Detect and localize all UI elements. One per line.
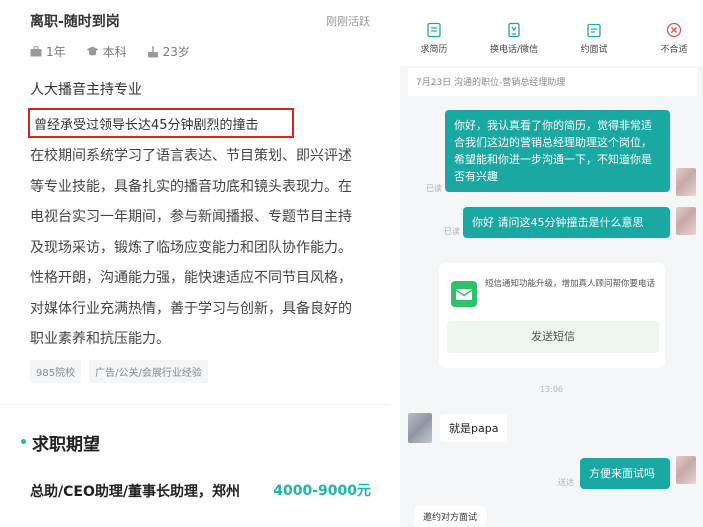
education-item: 本科	[86, 43, 127, 60]
active-status: 刚刚活跃	[326, 15, 370, 28]
reject-icon	[666, 22, 682, 38]
section-dot-icon	[21, 439, 26, 444]
avatar	[676, 456, 696, 484]
toolbar-label: 约面试	[580, 45, 608, 55]
description-line: 在校期间系统学习了语言表达、节目策划、即兴评述	[30, 148, 352, 164]
description-line: 职业素养和抗压能力。	[30, 331, 170, 347]
briefcase-icon	[30, 46, 42, 57]
message-incoming: 就是papa	[440, 414, 508, 442]
description-line: 及现场采访，锻炼了临场应变能力和团队协作能力。	[30, 239, 352, 256]
candidate-profile-panel: 离职-随时到岗 刚刚活跃 1年 本科 23岁 人大播音主持专业 曾经承受过领导长…	[0, 0, 390, 527]
experience-value: 1年	[46, 45, 66, 59]
tag-list: 985院校 广告/公关/会展行业经验	[30, 360, 216, 383]
message-timestamp: 13:06	[539, 385, 564, 394]
tag-industry: 广告/公关/会展行业经验	[89, 360, 208, 383]
highlighted-sentence: 曾经承受过领导长达45分钟剧烈的撞击	[34, 118, 259, 133]
self-description: 在校期间系统学习了语言表达、节目策划、即兴评述 等专业技能，具备扎实的播音功底和…	[30, 141, 372, 355]
graduation-cap-icon	[86, 46, 99, 56]
toolbar-request-resume[interactable]: 求简历	[404, 22, 464, 55]
interview-icon	[587, 23, 601, 38]
read-status: 已读	[444, 227, 460, 236]
avatar	[676, 207, 696, 235]
candidate-meta: 1年 本科 23岁	[30, 43, 210, 60]
toolbar-label: 换电话/微信	[489, 45, 539, 55]
message-outgoing: 你好 请问这45分钟撞击是什么意思	[463, 207, 670, 238]
conversation-info: 7月23日 沟通的职位-营销总经理助理	[408, 68, 697, 96]
age-value: 23岁	[162, 45, 190, 59]
section-title-expectation: 求职期望	[32, 435, 100, 455]
sms-envelope-icon	[451, 281, 477, 307]
exchange-contact-icon	[508, 22, 520, 38]
description-line: 等专业技能，具备扎实的播音功底和镜头表现力。在	[30, 178, 352, 195]
resume-icon	[427, 22, 441, 38]
delivered-status: 送达	[558, 478, 574, 487]
description-line: 对媒体行业充满热情，善于学习与创新，具备良好的	[30, 300, 352, 317]
description-line: 性格开朗，沟通能力强，能快速适应不同节目风格，	[30, 270, 352, 286]
tag-school: 985院校	[30, 360, 82, 383]
description-line: 电视台实习一年期间，参与新闻播报、专题节目主持	[30, 209, 352, 225]
sms-notice-card: 短信通知功能升级，增加真人顾问帮你要电话 发送短信	[439, 263, 665, 368]
education-value: 本科	[102, 45, 127, 59]
section-divider	[0, 404, 390, 405]
toolbar-schedule-interview[interactable]: 约面试	[564, 22, 624, 55]
avatar	[408, 413, 432, 443]
toolbar-exchange-contact[interactable]: 换电话/微信	[484, 22, 544, 55]
sms-notice-text: 短信通知功能升级，增加真人顾问帮你要电话	[485, 279, 656, 289]
message-outgoing: 你好，我认真看了你的简历，觉得非常适合我们这边的营销总经理助理这个岗位，希望能和…	[445, 110, 670, 192]
message-outgoing: 方便来面试吗	[580, 458, 670, 489]
experience-item: 1年	[30, 43, 66, 60]
toolbar-label: 不合适	[660, 45, 688, 55]
toolbar-label: 求简历	[420, 45, 448, 55]
chat-toolbar: 求简历 换电话/微信 约面试 不合适	[400, 0, 703, 66]
invite-interview-button[interactable]: 邀约对方面试	[414, 506, 487, 527]
job-status-title: 离职-随时到岗	[30, 14, 120, 30]
read-status: 已读	[426, 184, 442, 193]
age-item: 23岁	[147, 43, 190, 60]
toolbar-not-suitable[interactable]: 不合适	[644, 22, 703, 55]
send-sms-button[interactable]: 发送短信	[447, 321, 659, 353]
cake-icon	[147, 45, 158, 57]
chat-panel: 求简历 换电话/微信 约面试 不合适 7月23日 沟通的职位-营销总经理助理 你…	[400, 0, 703, 527]
expected-job: 总助/CEO助理/董事长助理，郑州	[30, 484, 240, 500]
expected-salary: 4000-9000元	[273, 483, 371, 499]
avatar	[676, 168, 696, 196]
major: 人大播音主持专业	[30, 82, 142, 98]
